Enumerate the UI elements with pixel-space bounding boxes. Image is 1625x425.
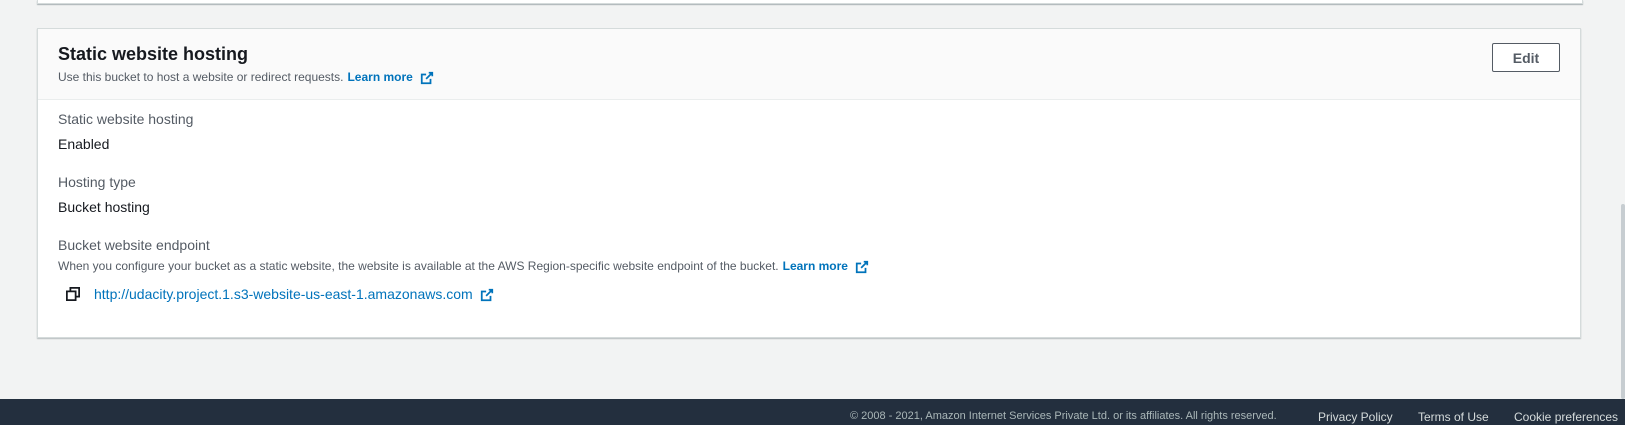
- endpoint-description-text: When you configure your bucket as a stat…: [58, 259, 779, 274]
- endpoint-learn-more-link[interactable]: Learn more: [783, 259, 869, 274]
- endpoint-description: When you configure your bucket as a stat…: [58, 259, 869, 274]
- edit-button[interactable]: Edit: [1492, 43, 1560, 72]
- endpoint-url: http://udacity.project.1.s3-website-us-e…: [94, 286, 473, 302]
- endpoint-learn-more-label: Learn more: [782, 259, 848, 273]
- panel-description-text: Use this bucket to host a website or red…: [58, 70, 344, 85]
- endpoint-row: http://udacity.project.1.s3-website-us-e…: [66, 286, 494, 302]
- copy-icon[interactable]: [66, 287, 80, 302]
- previous-panel-bottom: [37, 0, 1583, 4]
- panel-description: Use this bucket to host a website or red…: [58, 70, 434, 85]
- hosting-type-value: Bucket hosting: [58, 199, 150, 215]
- privacy-policy-link[interactable]: Privacy Policy: [1318, 410, 1393, 424]
- learn-more-label: Learn more: [347, 70, 413, 84]
- cookie-preferences-link[interactable]: Cookie preferences: [1514, 410, 1618, 424]
- learn-more-link[interactable]: Learn more: [347, 70, 433, 85]
- hosting-status-value: Enabled: [58, 136, 110, 152]
- external-link-icon: [480, 289, 493, 302]
- hosting-status-label: Static website hosting: [58, 111, 194, 127]
- scrollbar-thumb[interactable]: [1621, 204, 1625, 399]
- hosting-type-label: Hosting type: [58, 174, 136, 190]
- page-scrollbar[interactable]: [1619, 0, 1625, 399]
- static-website-hosting-panel: Static website hosting Use this bucket t…: [37, 28, 1581, 338]
- footer-copyright: © 2008 - 2021, Amazon Internet Services …: [850, 410, 1277, 422]
- endpoint-url-link[interactable]: http://udacity.project.1.s3-website-us-e…: [94, 286, 494, 302]
- external-link-icon: [855, 260, 869, 273]
- external-link-icon: [420, 71, 433, 84]
- endpoint-label: Bucket website endpoint: [58, 237, 210, 253]
- footer: © 2008 - 2021, Amazon Internet Services …: [0, 399, 1625, 425]
- panel-header: Static website hosting Use this bucket t…: [38, 29, 1580, 100]
- terms-of-use-link[interactable]: Terms of Use: [1418, 410, 1489, 424]
- panel-title: Static website hosting: [58, 44, 249, 64]
